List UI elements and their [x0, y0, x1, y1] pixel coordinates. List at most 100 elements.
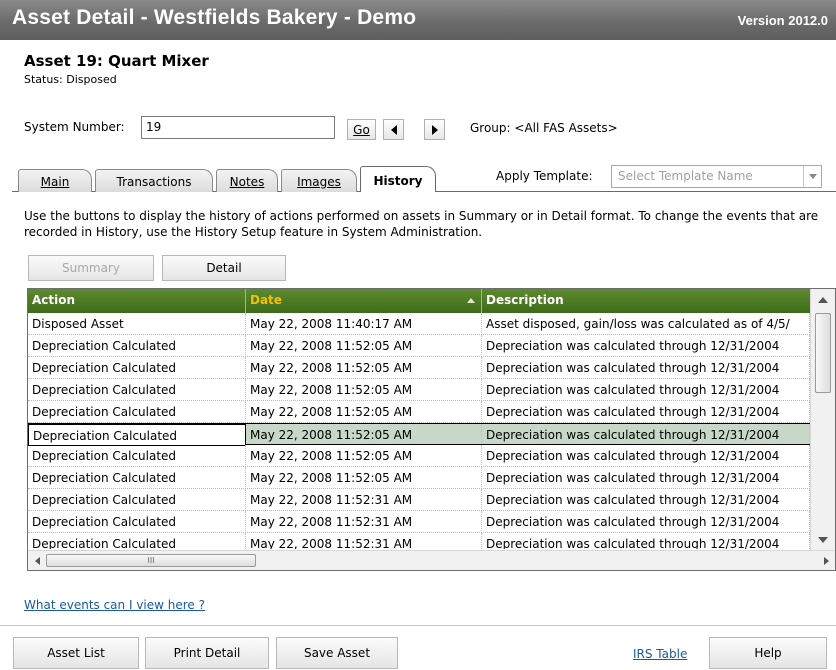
column-header-date[interactable]: Date [246, 289, 482, 313]
asset-list-button[interactable]: Asset List [13, 637, 139, 669]
vertical-scroll-thumb[interactable] [815, 313, 831, 393]
go-button-label: Go [353, 122, 370, 137]
table-cell-description: Depreciation was calculated through 12/3… [482, 357, 810, 379]
tab-history-label: History [373, 174, 423, 188]
table-row[interactable]: Depreciation Calculated May 22, 2008 11:5… [28, 467, 810, 489]
table-cell-action: Depreciation Calculated [28, 335, 246, 357]
horizontal-scroll-thumb[interactable]: III [46, 554, 256, 567]
grid-body: Disposed Asset May 22, 2008 11:40:17 AM As… [28, 313, 810, 549]
column-header-date-label: Date [250, 293, 282, 307]
group-label: Group: <All FAS Assets> [470, 121, 618, 135]
tab-history[interactable]: History [360, 166, 436, 193]
table-cell-action: Depreciation Calculated [28, 379, 246, 401]
sort-ascending-icon [467, 298, 475, 303]
scroll-down-button[interactable] [811, 529, 835, 551]
table-cell-action: Depreciation Calculated [28, 467, 246, 489]
table-cell-description: Depreciation was calculated through 12/3… [482, 379, 810, 401]
table-cell-date: May 22, 2008 11:52:05 AM [246, 379, 482, 401]
table-cell-description: Depreciation was calculated through 12/3… [482, 489, 810, 511]
table-row[interactable]: Disposed Asset May 22, 2008 11:40:17 AM As… [28, 313, 810, 335]
next-asset-button[interactable] [424, 119, 445, 140]
what-events-help-link[interactable]: What events can I view here ? [24, 598, 205, 612]
detail-button[interactable]: Detail [162, 255, 286, 281]
save-asset-button[interactable]: Save Asset [276, 637, 398, 669]
table-cell-date: May 22, 2008 11:52:05 AM [246, 401, 482, 423]
table-cell-action: Depreciation Calculated [28, 489, 246, 511]
arrow-left-icon [390, 124, 397, 135]
horizontal-scrollbar[interactable]: III [28, 550, 835, 570]
footer-divider [0, 625, 836, 626]
dropdown-button[interactable] [803, 166, 821, 187]
table-cell-date: May 22, 2008 11:40:17 AM [246, 313, 482, 335]
table-row[interactable]: Depreciation Calculated May 22, 2008 11:5… [28, 423, 810, 446]
table-row[interactable]: Depreciation Calculated May 22, 2008 11:5… [28, 489, 810, 511]
table-cell-description: Depreciation was calculated through 12/3… [482, 467, 810, 489]
table-cell-description: Depreciation was calculated through 12/3… [482, 533, 810, 549]
table-cell-date: May 22, 2008 11:52:05 AM [246, 335, 482, 357]
table-cell-action: Disposed Asset [28, 313, 246, 335]
system-number-label: System Number: [24, 120, 125, 134]
tab-notes[interactable]: Notes [216, 169, 278, 192]
save-asset-button-label: Save Asset [303, 646, 371, 660]
tab-main-label: Main [40, 175, 70, 189]
asset-name: Asset 19: Quart Mixer [24, 52, 209, 70]
print-detail-button-label: Print Detail [173, 646, 241, 660]
column-header-description[interactable]: Description [482, 289, 810, 313]
window-title: Asset Detail - Westfields Bakery - Demo [12, 6, 417, 29]
table-cell-action: Depreciation Calculated [28, 533, 246, 549]
summary-button[interactable]: Summary [28, 255, 154, 281]
table-cell-date: May 22, 2008 11:52:05 AM [246, 467, 482, 489]
window-titlebar: Asset Detail - Westfields Bakery - Demo … [0, 0, 836, 40]
arrow-left-icon [34, 556, 40, 565]
vertical-scrollbar[interactable] [810, 289, 835, 551]
arrow-right-icon [823, 556, 829, 565]
table-row[interactable]: Depreciation Calculated May 22, 2008 11:5… [28, 401, 810, 423]
help-button-label: Help [754, 646, 782, 660]
tab-main[interactable]: Main [18, 169, 92, 192]
tab-images[interactable]: Images [281, 169, 357, 192]
version-label: Version 2012.0 [737, 13, 828, 28]
scroll-up-button[interactable] [811, 289, 835, 311]
print-detail-button[interactable]: Print Detail [145, 637, 269, 669]
table-cell-action: Depreciation Calculated [28, 401, 246, 423]
table-cell-date: May 22, 2008 11:52:31 AM [246, 533, 482, 549]
table-row[interactable]: Depreciation Calculated May 22, 2008 11:5… [28, 357, 810, 379]
help-button[interactable]: Help [709, 637, 827, 669]
arrow-up-icon [818, 297, 828, 303]
tab-transactions[interactable]: Transactions [95, 169, 213, 192]
table-cell-description: Depreciation was calculated through 12/3… [482, 401, 810, 423]
table-cell-date: May 22, 2008 11:52:05 AM [246, 424, 482, 446]
asset-list-button-label: Asset List [47, 646, 105, 660]
table-row[interactable]: Depreciation Calculated May 22, 2008 11:5… [28, 533, 810, 549]
column-header-action[interactable]: Action [28, 289, 246, 313]
apply-template-label: Apply Template: [496, 169, 593, 183]
table-cell-action: Depreciation Calculated [28, 357, 246, 379]
template-select[interactable]: Select Template Name [611, 165, 822, 188]
table-cell-date: May 22, 2008 11:52:31 AM [246, 511, 482, 533]
grid-header: Action Date Description [28, 289, 810, 313]
history-instructions: Use the buttons to display the history o… [24, 209, 819, 239]
table-row[interactable]: Depreciation Calculated May 22, 2008 11:5… [28, 379, 810, 401]
table-cell-description: Depreciation was calculated through 12/3… [482, 511, 810, 533]
table-cell-date: May 22, 2008 11:52:05 AM [246, 445, 482, 467]
system-number-input[interactable]: 19 [141, 116, 335, 139]
table-row[interactable]: Depreciation Calculated May 22, 2008 11:5… [28, 511, 810, 533]
tab-transactions-label: Transactions [116, 175, 192, 189]
history-grid: Action Date Description Disposed Asset Ma… [27, 288, 836, 571]
table-cell-description: Depreciation was calculated through 12/3… [482, 445, 810, 467]
scroll-left-button[interactable] [28, 551, 46, 570]
table-cell-description: Depreciation was calculated through 12/3… [482, 335, 810, 357]
table-row[interactable]: Depreciation Calculated May 22, 2008 11:5… [28, 335, 810, 357]
table-cell-action: Depreciation Calculated [28, 445, 246, 467]
table-cell-description: Depreciation was calculated through 12/3… [482, 424, 810, 446]
arrow-right-icon [431, 124, 438, 135]
table-cell-date: May 22, 2008 11:52:05 AM [246, 357, 482, 379]
table-row[interactable]: Depreciation Calculated May 22, 2008 11:5… [28, 445, 810, 467]
scroll-right-button[interactable] [817, 551, 835, 570]
arrow-down-icon [818, 537, 828, 543]
irs-table-link[interactable]: IRS Table [633, 647, 687, 661]
table-cell-action: Depreciation Calculated [28, 511, 246, 533]
previous-asset-button[interactable] [383, 119, 404, 140]
go-button[interactable]: Go [347, 119, 376, 140]
asset-status: Status: Disposed [24, 73, 117, 86]
